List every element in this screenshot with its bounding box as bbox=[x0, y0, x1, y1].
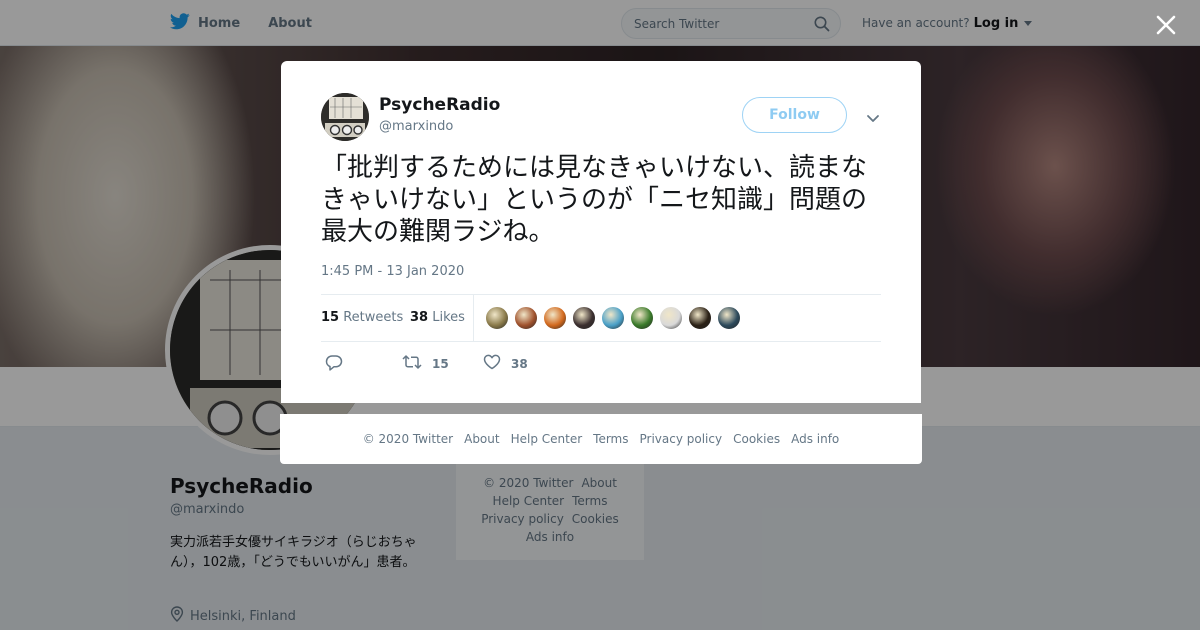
liker-avatar[interactable] bbox=[543, 306, 567, 330]
tweet-timestamp[interactable]: 1:45 PM - 13 Jan 2020 bbox=[321, 264, 464, 279]
like-count: 38 bbox=[511, 356, 528, 371]
stats-divider bbox=[473, 295, 474, 341]
retweet-icon bbox=[402, 354, 422, 373]
liker-avatar[interactable] bbox=[630, 306, 654, 330]
likes-stat[interactable]: 38 Likes bbox=[410, 310, 465, 325]
footer-link-help[interactable]: Help Center bbox=[511, 432, 583, 446]
liker-avatar[interactable] bbox=[601, 306, 625, 330]
footer-link-privacy[interactable]: Privacy policy bbox=[640, 432, 723, 446]
retweets-count: 15 bbox=[321, 310, 340, 325]
close-modal-button[interactable] bbox=[1152, 11, 1180, 39]
liker-avatar[interactable] bbox=[514, 306, 538, 330]
liker-avatars bbox=[485, 306, 741, 330]
tweet-stats: 15 Retweets 38 Likes bbox=[321, 294, 881, 342]
tweet-permalink-modal: PsycheRadio @marxindo Follow 「批判するためには見な… bbox=[281, 61, 921, 403]
modal-footer-links: © 2020 Twitter About Help Center Terms P… bbox=[280, 414, 922, 464]
follow-button[interactable]: Follow bbox=[742, 97, 847, 133]
likes-count: 38 bbox=[410, 310, 429, 325]
retweet-count: 15 bbox=[432, 356, 449, 371]
reply-icon bbox=[325, 354, 343, 375]
footer-link-about[interactable]: About bbox=[464, 432, 499, 446]
retweet-button[interactable]: 15 bbox=[402, 354, 449, 373]
reply-button[interactable] bbox=[325, 354, 343, 375]
retweets-stat[interactable]: 15 Retweets bbox=[321, 310, 403, 325]
liker-avatar[interactable] bbox=[659, 306, 683, 330]
like-button[interactable]: 38 bbox=[483, 354, 528, 373]
liker-avatar[interactable] bbox=[717, 306, 741, 330]
liker-avatar[interactable] bbox=[688, 306, 712, 330]
chevron-down-icon[interactable] bbox=[866, 109, 880, 128]
heart-icon bbox=[483, 354, 501, 373]
tweet-author-name[interactable]: PsycheRadio bbox=[379, 95, 500, 115]
footer-link-terms[interactable]: Terms bbox=[593, 432, 628, 446]
tweet-author-avatar[interactable] bbox=[321, 93, 369, 141]
tweet-text: 「批判するためには見なきゃいけない、読まなきゃいけない」というのが「ニセ知識」問… bbox=[321, 153, 868, 247]
likes-label: Likes bbox=[432, 310, 465, 325]
footer-link-cookies[interactable]: Cookies bbox=[733, 432, 780, 446]
footer-copyright: © 2020 Twitter bbox=[362, 432, 454, 446]
liker-avatar[interactable] bbox=[485, 306, 509, 330]
liker-avatar[interactable] bbox=[572, 306, 596, 330]
footer-link-ads[interactable]: Ads info bbox=[791, 432, 839, 446]
retweets-label: Retweets bbox=[343, 310, 404, 325]
tweet-author-handle[interactable]: @marxindo bbox=[379, 119, 453, 134]
close-icon bbox=[1156, 15, 1176, 35]
